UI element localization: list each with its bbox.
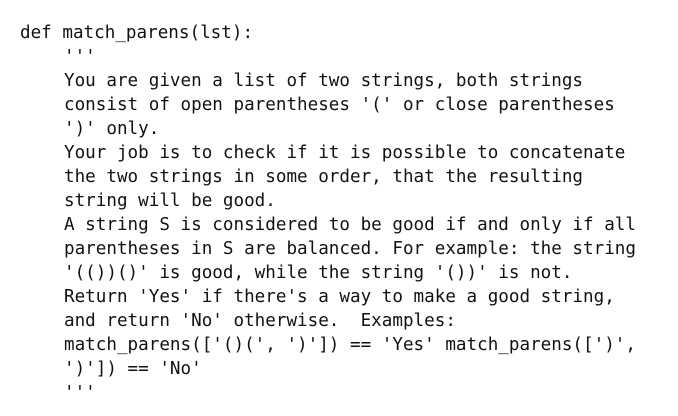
docstring-line: ')']) == 'No' xyxy=(64,359,202,379)
docstring-line: and return 'No' otherwise. Examples: xyxy=(64,311,456,331)
docstring-open-quotes: ''' xyxy=(64,47,96,67)
docstring-line: parentheses in S are balanced. For examp… xyxy=(64,239,636,259)
docstring-line: Your job is to check if it is possible t… xyxy=(64,143,626,163)
docstring-close-quotes: ''' xyxy=(64,383,96,403)
docstring-line: Return 'Yes' if there's a way to make a … xyxy=(64,287,615,307)
docstring: ''' You are given a list of two strings,… xyxy=(20,45,670,405)
docstring-line: ')' only. xyxy=(64,119,160,139)
docstring-line: consist of open parentheses '(' or close… xyxy=(64,95,615,115)
docstring-line: You are given a list of two strings, bot… xyxy=(64,71,584,91)
code-listing: def match_parens(lst): ''' You are given… xyxy=(20,21,670,405)
docstring-line: match_parens(['()(', ')']) == 'Yes' matc… xyxy=(64,335,636,355)
docstring-line: A string S is considered to be good if a… xyxy=(64,215,636,235)
docstring-line: string will be good. xyxy=(64,191,276,211)
docstring-line: '(())()' is good, while the string '())'… xyxy=(64,263,573,283)
function-signature: def match_parens(lst): xyxy=(20,23,254,43)
docstring-line: the two strings in some order, that the … xyxy=(64,167,584,187)
